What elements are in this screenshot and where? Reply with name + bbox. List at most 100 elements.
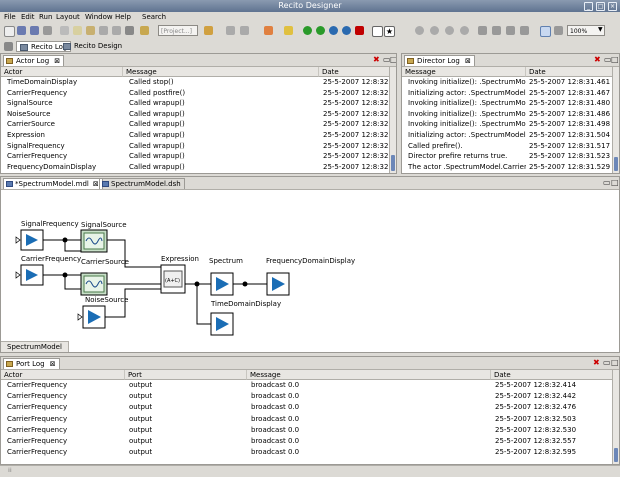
tab-director-log[interactable]: Director Log ⊠ — [404, 55, 475, 66]
menu-search[interactable]: Search — [142, 13, 166, 21]
zoom-fit-icon[interactable] — [415, 26, 424, 35]
close-tab-icon[interactable]: ⊠ — [93, 180, 99, 188]
layout-icon[interactable] — [540, 26, 551, 37]
column-date[interactable]: Date — [526, 67, 614, 77]
stop-icon[interactable] — [355, 26, 364, 35]
menu-window[interactable]: Window — [85, 13, 113, 21]
close-window-icon[interactable]: × — [608, 2, 617, 11]
input-port[interactable] — [15, 236, 21, 244]
tab-port-log[interactable]: Port Log ⊠ — [3, 358, 60, 369]
maximize-view-icon[interactable]: □ — [611, 55, 619, 65]
print-icon[interactable] — [43, 26, 52, 35]
project-combo[interactable]: [Project...] — [158, 25, 198, 36]
column-message[interactable]: Message — [247, 370, 491, 380]
relation-node[interactable] — [242, 281, 248, 287]
relation-node[interactable] — [62, 272, 68, 278]
fast-view-icon[interactable]: ⁞⁞ — [8, 467, 12, 474]
back-icon[interactable] — [226, 26, 235, 35]
tab-actor-log[interactable]: Actor Log ⊠ — [3, 55, 65, 67]
input-port[interactable] — [77, 313, 83, 321]
column-actor[interactable]: Actor — [1, 67, 123, 77]
save-icon[interactable] — [17, 26, 26, 35]
distribute-icon[interactable] — [520, 26, 529, 35]
actor-log-scrollbar[interactable] — [389, 67, 396, 173]
model-breadcrumb[interactable]: SpectrumModel — [1, 341, 69, 352]
clear-log-icon[interactable]: ✖ — [593, 358, 600, 368]
tab-spectrum-model-dsh[interactable]: SpectrumModel.dsh — [99, 178, 185, 189]
relation-node[interactable] — [194, 281, 200, 287]
delete-icon[interactable] — [99, 26, 108, 35]
actor-signal-source[interactable] — [80, 229, 108, 253]
refresh-icon[interactable] — [125, 26, 134, 35]
column-date[interactable]: Date — [491, 370, 613, 380]
maximize-view-icon[interactable]: □ — [390, 55, 396, 65]
step-icon[interactable] — [316, 26, 325, 35]
pause-icon[interactable] — [342, 26, 351, 35]
port-log-scrollbar[interactable] — [612, 370, 619, 464]
checkbox-icon[interactable] — [372, 26, 383, 37]
column-message[interactable]: Message — [123, 67, 319, 77]
tab-spectrum-model-mdl[interactable]: *SpectrumModel.mdl ⊠ — [3, 178, 103, 189]
find-icon[interactable] — [112, 26, 121, 35]
column-message[interactable]: Message — [402, 67, 526, 77]
input-port[interactable] — [15, 271, 21, 279]
close-tab-icon[interactable]: ⊠ — [50, 359, 56, 370]
menu-bar: File Edit Run Layout Window Help Search — [0, 12, 620, 23]
port-log-cell-date: 25-5-2007 12:8:32.476 — [495, 403, 577, 412]
align-right-icon[interactable] — [506, 26, 515, 35]
column-port[interactable]: Port — [125, 370, 247, 380]
open-perspective-icon[interactable] — [4, 42, 13, 51]
resume-icon[interactable] — [329, 26, 338, 35]
close-tab-icon[interactable]: ⊠ — [54, 56, 60, 67]
actor-time-domain-display[interactable] — [210, 312, 234, 336]
run-icon[interactable] — [303, 26, 312, 35]
grid-icon[interactable] — [554, 26, 563, 35]
model-canvas[interactable]: SignalFrequency SignalSource CarrierFreq… — [1, 189, 620, 349]
folder-icon[interactable] — [204, 26, 213, 35]
minimize-view-icon[interactable]: ▭ — [603, 358, 611, 368]
actor-spectrum[interactable] — [210, 272, 234, 296]
paste-icon[interactable] — [86, 26, 95, 35]
port-log-cell-message: broadcast 0.0 — [251, 414, 300, 423]
align-left-icon[interactable] — [478, 26, 487, 35]
star-icon[interactable]: ★ — [384, 26, 395, 37]
zoom-in-icon[interactable] — [430, 26, 439, 35]
menu-run[interactable]: Run — [39, 13, 52, 21]
actor-noise-source[interactable] — [82, 305, 106, 329]
director-log-scrollbar[interactable] — [612, 67, 619, 173]
cut-icon[interactable] — [60, 26, 69, 35]
actor-frequency-domain-display[interactable] — [266, 272, 290, 296]
clear-log-icon[interactable]: ✖ — [594, 55, 601, 65]
zoom-out-icon[interactable] — [445, 26, 454, 35]
zoom-reset-icon[interactable] — [460, 26, 469, 35]
menu-edit[interactable]: Edit — [21, 13, 35, 21]
maximize-view-icon[interactable]: □ — [611, 358, 619, 368]
dashboard-file-icon — [102, 181, 109, 187]
save-all-icon[interactable] — [30, 26, 39, 35]
column-actor[interactable]: Actor — [1, 370, 125, 380]
actor-carrier-source[interactable] — [80, 272, 108, 296]
minimize-window-icon[interactable]: _ — [584, 2, 593, 11]
build-icon[interactable] — [284, 26, 293, 35]
minimize-view-icon[interactable]: ▭ — [603, 178, 611, 188]
copy-icon[interactable] — [73, 26, 82, 35]
undo-icon[interactable] — [264, 26, 273, 35]
menu-file[interactable]: File — [4, 13, 16, 21]
align-center-icon[interactable] — [492, 26, 501, 35]
director-log-view: Director Log ⊠ ✖ ▭ □ Message Date Invokin… — [401, 53, 620, 174]
relation-node[interactable] — [62, 237, 68, 243]
maximize-view-icon[interactable]: □ — [611, 178, 619, 188]
menu-layout[interactable]: Layout — [56, 13, 80, 21]
chevron-down-icon[interactable]: ▼ — [598, 26, 603, 33]
open-icon[interactable] — [140, 26, 149, 35]
perspective-recito-design[interactable]: Recito Design — [60, 41, 125, 52]
new-file-icon[interactable] — [4, 26, 15, 37]
close-tab-icon[interactable]: ⊠ — [465, 56, 471, 67]
column-date[interactable]: Date — [319, 67, 391, 77]
maximize-window-icon[interactable]: □ — [596, 2, 605, 11]
menu-help[interactable]: Help — [115, 13, 131, 21]
clear-log-icon[interactable]: ✖ — [373, 55, 380, 65]
actor-signal-frequency[interactable] — [20, 229, 44, 251]
forward-icon[interactable] — [240, 26, 249, 35]
actor-carrier-frequency[interactable] — [20, 264, 44, 286]
